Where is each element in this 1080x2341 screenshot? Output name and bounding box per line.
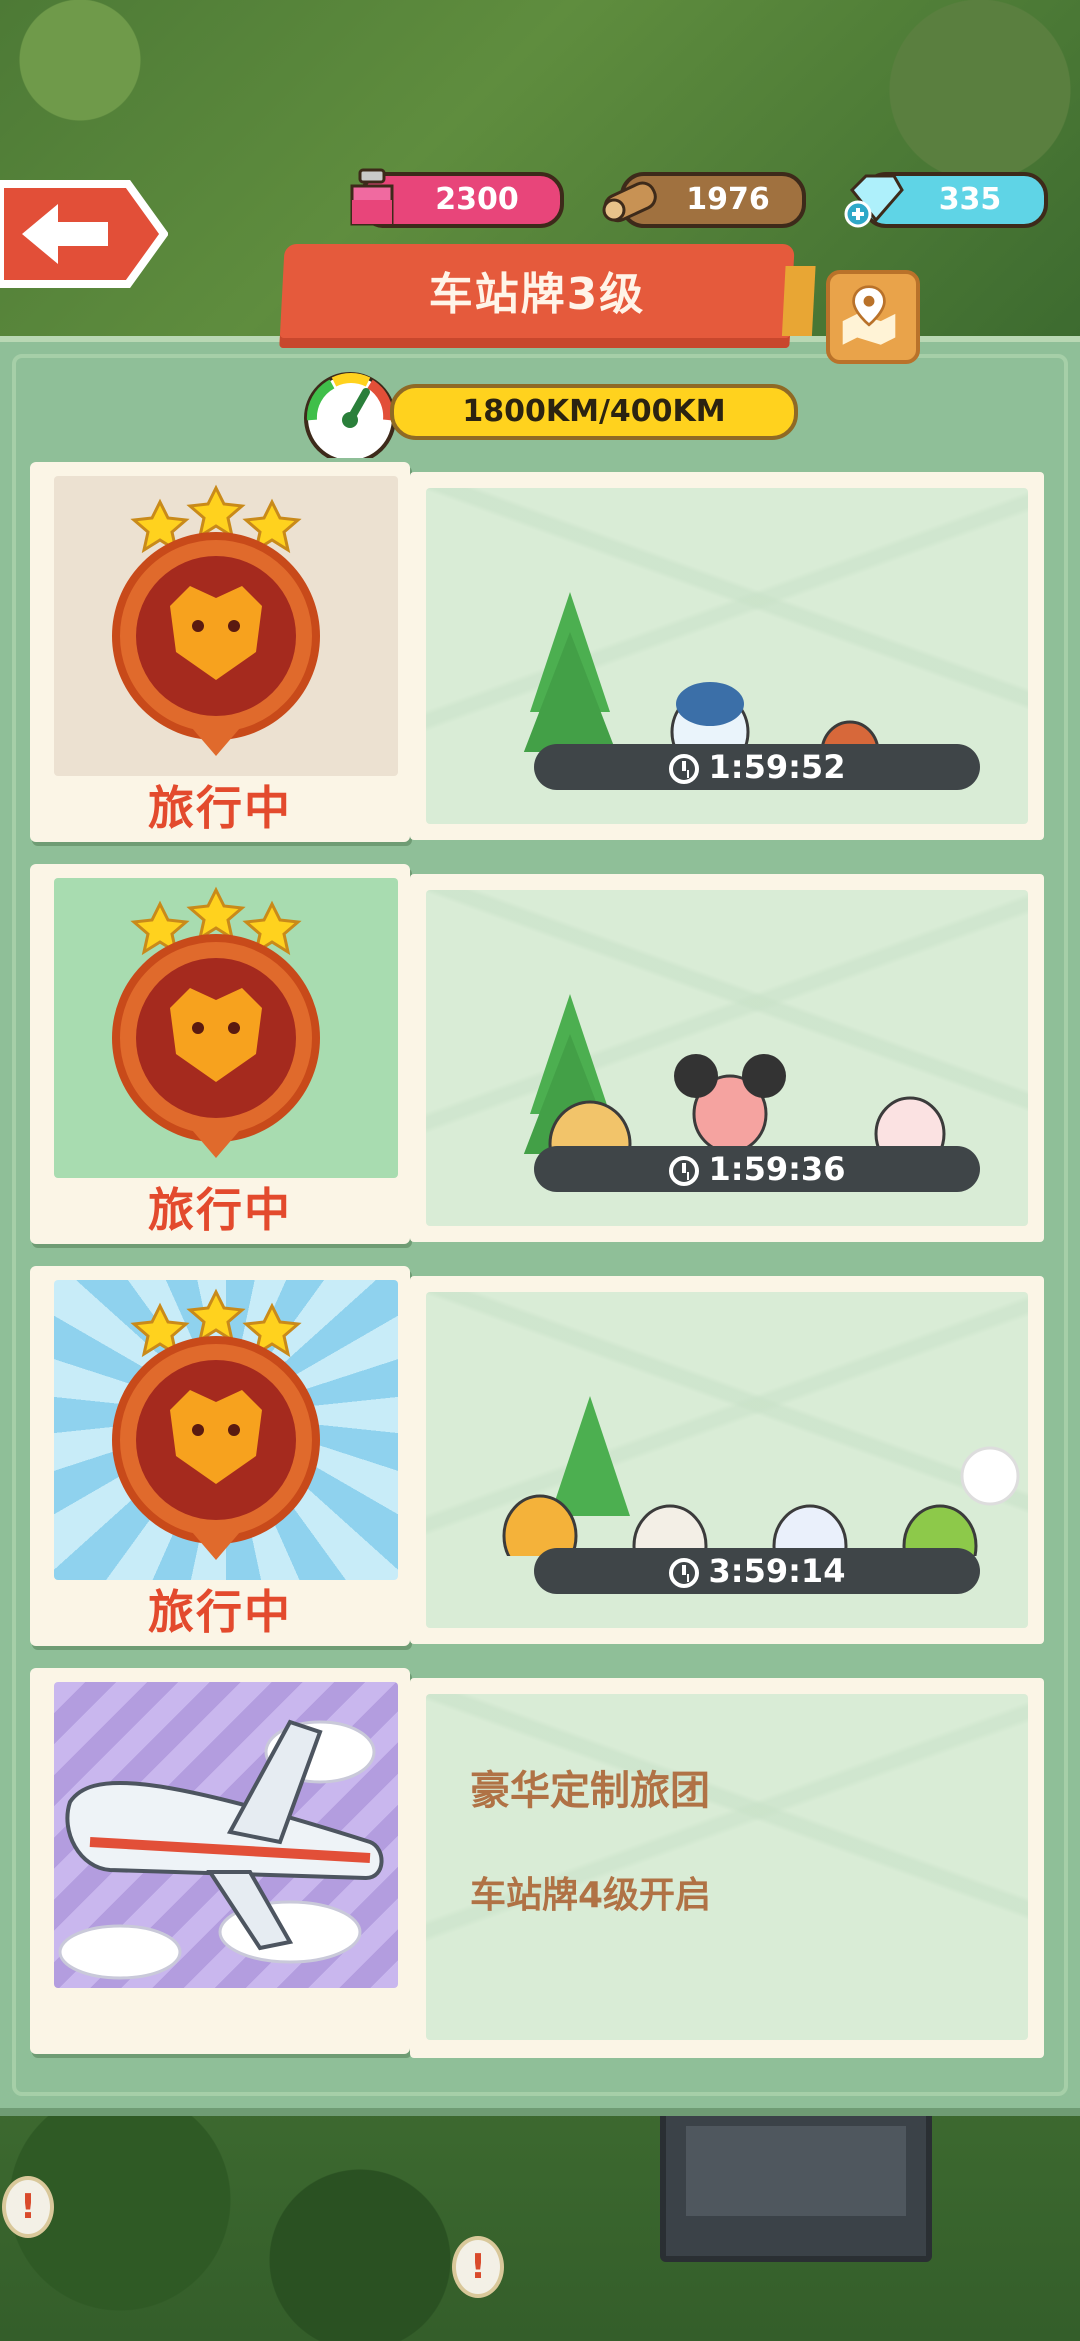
travel-status: 旅行中 — [148, 1585, 292, 1639]
travel-card[interactable]: 旅行中 3:59:14 — [30, 1266, 1052, 1646]
countdown-timer: 1:59:36 — [534, 1146, 980, 1192]
airplane-icon — [58, 1719, 384, 1980]
clock-icon — [668, 754, 699, 784]
dragon-badge-icon — [112, 1288, 320, 1560]
countdown-timer: 3:59:14 — [534, 1548, 980, 1594]
grass-island — [502, 1396, 1020, 1556]
exclamation-icon[interactable]: ! — [2, 2176, 54, 2238]
wood-counter: 1976 — [602, 172, 806, 228]
unlock-requirement: 车站牌4级开启 — [470, 1875, 712, 1916]
badge-panel: 旅行中 — [30, 864, 410, 1244]
grass-island — [523, 592, 880, 752]
badge-panel: 旅行中 — [30, 462, 410, 842]
countdown-timer: 1:59:52 — [534, 744, 980, 790]
back-button[interactable] — [0, 178, 168, 290]
clock-icon — [668, 1156, 699, 1186]
map-pin-icon — [842, 285, 896, 345]
dragon-badge-icon — [112, 484, 320, 756]
page-title: 车站牌3级 — [428, 269, 646, 320]
travel-status: 旅行中 — [148, 781, 292, 835]
locked-travel-card[interactable]: 豪华定制旅团 车站牌4级开启 — [30, 1668, 1052, 2058]
ink-bottle-icon — [350, 168, 394, 226]
grass-island — [523, 994, 946, 1154]
travel-card[interactable]: 旅行中 1:59:36 — [30, 864, 1052, 1244]
dragon-badge-icon — [112, 886, 320, 1158]
clock-icon — [668, 1558, 699, 1588]
speedometer-icon — [304, 372, 396, 458]
speed-progress: 1800KM/400KM — [390, 384, 798, 440]
ink-counter: 2300 — [350, 168, 564, 228]
exclamation-icon[interactable]: ! — [452, 2236, 504, 2298]
gem-counter[interactable]: 335 — [844, 172, 1048, 228]
airplane-panel — [30, 1668, 410, 2054]
wood-log-icon — [602, 181, 657, 223]
temple-building[interactable] — [660, 2100, 932, 2262]
map-button[interactable] — [826, 270, 920, 364]
travel-status: 旅行中 — [148, 1183, 292, 1237]
locked-title: 豪华定制旅团 — [470, 1768, 710, 1814]
travel-card[interactable]: 旅行中 1:59:52 — [30, 462, 1052, 842]
gem-plus-icon[interactable] — [842, 166, 906, 230]
badge-panel: 旅行中 — [30, 1266, 410, 1646]
